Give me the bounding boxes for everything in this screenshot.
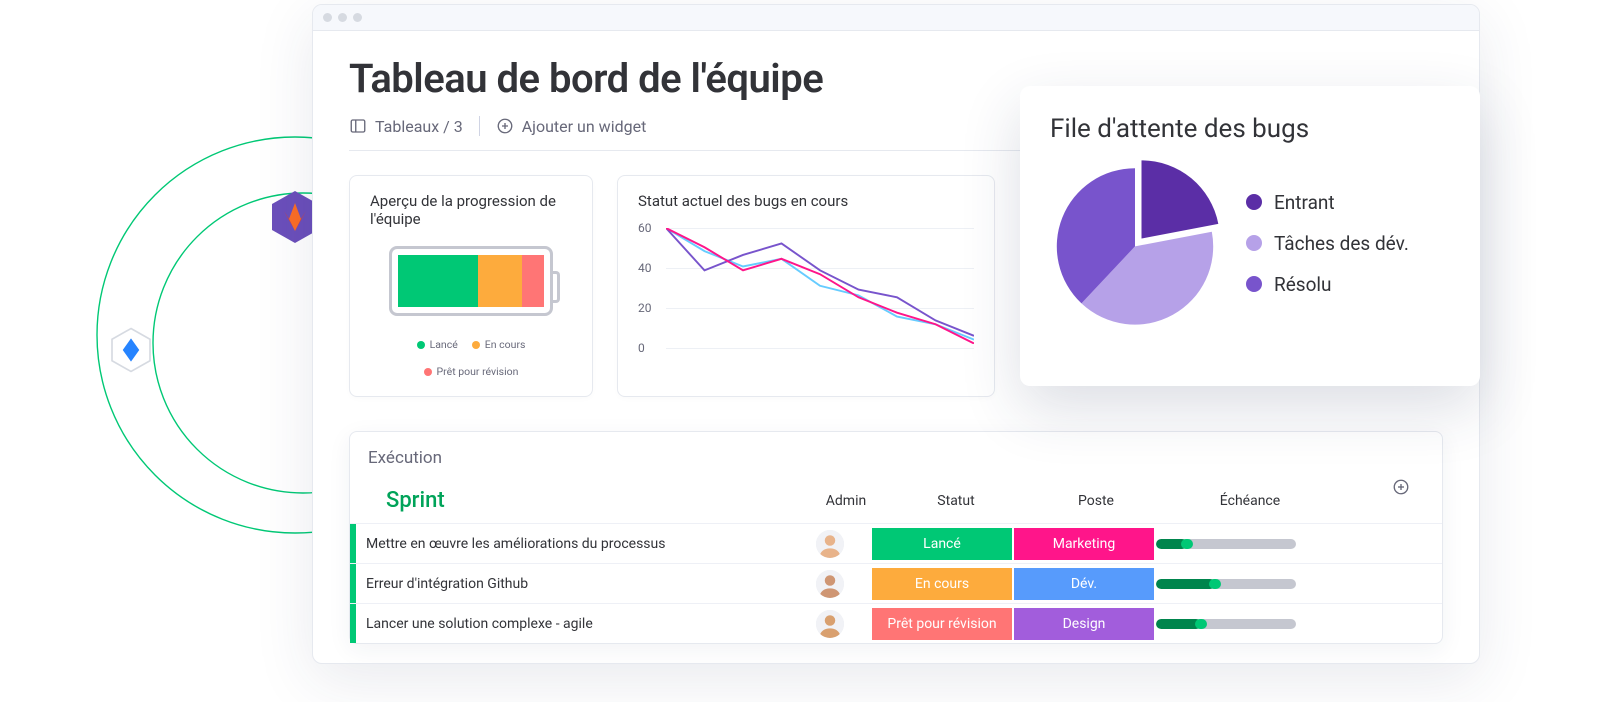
poste-pill[interactable]: Dév. — [1014, 568, 1154, 600]
execution-title: Exécution — [368, 448, 1424, 468]
bug-status-chart-card[interactable]: Statut actuel des bugs en cours 0204060 — [617, 175, 995, 397]
legend-item: Lancé — [417, 338, 458, 351]
table-body: Mettre en œuvre les améliorations du pro… — [350, 523, 1442, 643]
chart-series — [666, 228, 974, 336]
col-admin[interactable]: Admin — [806, 483, 886, 519]
plus-circle-icon — [496, 117, 514, 135]
legend-item: Résolu — [1246, 273, 1409, 296]
legend-item: Tâches des dév. — [1246, 232, 1409, 255]
bug-queue-card[interactable]: File d'attente des bugs Entrant Tâches de… — [1020, 86, 1480, 386]
table-row[interactable]: Mettre en œuvre les améliorations du pro… — [350, 523, 1442, 563]
status-pill[interactable]: En cours — [872, 568, 1012, 600]
y-tick: 0 — [638, 341, 645, 355]
col-due[interactable]: Échéance — [1166, 483, 1334, 519]
task-name[interactable]: Lancer une solution complexe - agile — [350, 604, 788, 643]
card-title: File d'attente des bugs — [1050, 114, 1450, 144]
table-header: Sprint Admin Statut Poste Échéance — [368, 478, 1424, 523]
task-name[interactable]: Erreur d'intégration Github — [350, 564, 788, 603]
avatar[interactable] — [816, 530, 844, 558]
window-dot — [338, 13, 347, 22]
legend-item: Prêt pour révision — [424, 365, 519, 378]
progress-segment — [522, 255, 544, 307]
card-title: Aperçu de la progression de l'équipe — [370, 192, 572, 228]
task-name[interactable]: Mettre en œuvre les améliorations du pro… — [350, 524, 788, 563]
status-pill[interactable]: Lancé — [872, 528, 1012, 560]
boards-icon — [349, 117, 367, 135]
table-row[interactable]: Lancer une solution complexe - agile Prê… — [350, 603, 1442, 643]
subbar-divider — [479, 116, 480, 136]
progress-legend: Lancé En cours Prêt pour révision — [370, 338, 572, 378]
boards-link[interactable]: Tableaux / 3 — [349, 117, 463, 136]
progress-battery — [389, 246, 553, 316]
progress-segment — [478, 255, 522, 307]
line-chart: 0204060 — [666, 228, 974, 348]
pie-slice — [1142, 160, 1219, 238]
col-poste[interactable]: Poste — [1026, 483, 1166, 519]
group-label[interactable]: Sprint — [386, 488, 445, 513]
add-widget-button[interactable]: Ajouter un widget — [496, 117, 647, 136]
window-dot — [353, 13, 362, 22]
window-dot — [323, 13, 332, 22]
due-progress[interactable] — [1156, 619, 1324, 629]
add-column-button[interactable] — [1392, 478, 1410, 500]
col-status[interactable]: Statut — [886, 483, 1026, 519]
pie-chart — [1050, 158, 1220, 328]
legend-item: En cours — [472, 338, 526, 351]
execution-section: Exécution Sprint Admin Statut Poste Éché… — [349, 431, 1443, 644]
due-progress[interactable] — [1156, 579, 1324, 589]
y-tick: 60 — [638, 221, 652, 235]
poste-pill[interactable]: Design — [1014, 608, 1154, 640]
boards-label: Tableaux / 3 — [375, 117, 463, 136]
avatar[interactable] — [816, 570, 844, 598]
window-titlebar — [313, 5, 1479, 31]
avatar[interactable] — [816, 610, 844, 638]
plus-circle-icon — [1392, 478, 1410, 496]
y-tick: 20 — [638, 301, 652, 315]
table-row[interactable]: Erreur d'intégration Github En cours Dév… — [350, 563, 1442, 603]
due-progress[interactable] — [1156, 539, 1324, 549]
legend-item: Entrant — [1246, 191, 1409, 214]
poste-pill[interactable]: Marketing — [1014, 528, 1154, 560]
team-progress-card[interactable]: Aperçu de la progression de l'équipe Lan… — [349, 175, 593, 397]
y-tick: 40 — [638, 261, 652, 275]
pie-legend: Entrant Tâches des dév. Résolu — [1246, 191, 1409, 296]
jira-icon — [112, 328, 150, 372]
add-widget-label: Ajouter un widget — [522, 117, 647, 136]
status-pill[interactable]: Prêt pour révision — [872, 608, 1012, 640]
progress-segment — [398, 255, 478, 307]
card-title: Statut actuel des bugs en cours — [638, 192, 974, 210]
